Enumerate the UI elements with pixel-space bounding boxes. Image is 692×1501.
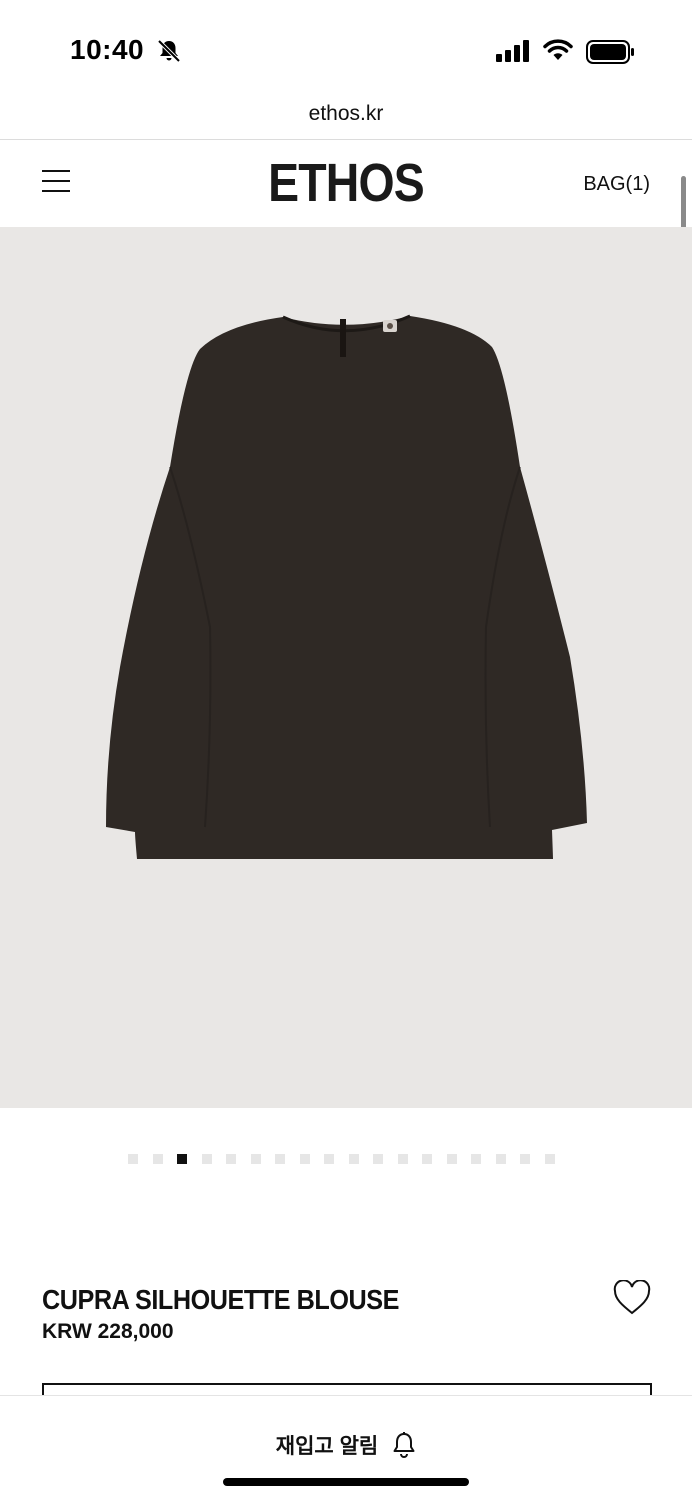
gallery-dot[interactable] bbox=[422, 1154, 432, 1164]
gallery-dot[interactable] bbox=[152, 1154, 163, 1164]
gallery-dot[interactable] bbox=[128, 1154, 138, 1164]
gallery-dot[interactable] bbox=[226, 1154, 236, 1164]
gallery-dot[interactable] bbox=[348, 1154, 359, 1164]
bottom-action-bar: 재입고 알림 bbox=[0, 1395, 692, 1501]
gallery-dot[interactable] bbox=[520, 1154, 530, 1164]
gallery-pagination bbox=[128, 1154, 555, 1164]
gallery-dot[interactable] bbox=[177, 1154, 187, 1164]
cellular-signal-icon bbox=[496, 40, 529, 62]
restock-alert-label: 재입고 알림 bbox=[275, 1435, 379, 1458]
product-name: CUPRA SILHOUETTE BLOUSE bbox=[42, 1284, 399, 1315]
battery-icon bbox=[586, 40, 634, 64]
gallery-dot[interactable] bbox=[250, 1154, 261, 1164]
status-time: 10:40 bbox=[70, 34, 145, 65]
gallery-dot[interactable] bbox=[495, 1154, 506, 1164]
product-image[interactable] bbox=[0, 227, 692, 1108]
wifi-icon bbox=[543, 39, 573, 60]
product-price: KRW 228,000 bbox=[42, 1320, 174, 1343]
heart-outline-icon[interactable] bbox=[612, 1280, 652, 1316]
bag-link[interactable]: BAG(1) bbox=[583, 173, 650, 196]
gallery-dot[interactable] bbox=[299, 1154, 310, 1164]
bell-icon bbox=[393, 1432, 415, 1458]
bell-slash-icon bbox=[157, 39, 181, 63]
gallery-dot[interactable] bbox=[324, 1154, 334, 1164]
status-bar: 10:40 bbox=[0, 0, 692, 100]
gallery-dot[interactable] bbox=[471, 1154, 481, 1164]
restock-alert-button[interactable]: 재입고 알림 bbox=[0, 1430, 692, 1460]
gallery-dot[interactable] bbox=[373, 1154, 383, 1164]
home-indicator bbox=[223, 1478, 469, 1486]
gallery-dot[interactable] bbox=[397, 1154, 408, 1164]
gallery-dot[interactable] bbox=[544, 1154, 555, 1164]
gallery-dot[interactable] bbox=[275, 1154, 285, 1164]
site-logo[interactable]: ETHOS bbox=[48, 152, 643, 214]
browser-url[interactable]: ethos.kr bbox=[0, 102, 692, 126]
gallery-dot[interactable] bbox=[446, 1154, 457, 1164]
site-header: ETHOS BAG(1) bbox=[0, 140, 692, 227]
gallery-dot[interactable] bbox=[201, 1154, 212, 1164]
blouse-illustration bbox=[106, 314, 587, 859]
